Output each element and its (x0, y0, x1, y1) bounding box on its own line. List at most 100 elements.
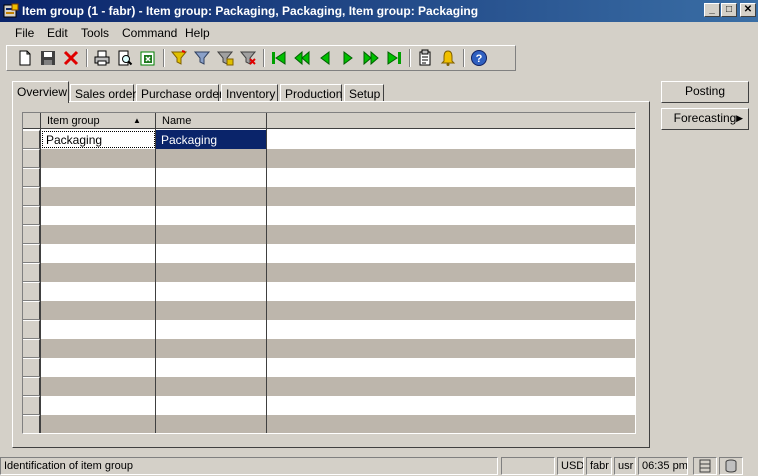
posting-button[interactable]: Posting (661, 81, 749, 103)
cell-item-group[interactable] (41, 415, 156, 433)
row-selector[interactable] (23, 206, 40, 225)
filter-by-grid-icon[interactable] (193, 49, 211, 67)
print-icon[interactable] (93, 49, 111, 67)
cell-item-group[interactable] (41, 301, 156, 320)
table-row[interactable] (23, 187, 635, 206)
previous-record-icon[interactable] (316, 49, 334, 67)
cell-name[interactable] (156, 149, 267, 168)
cell-item-group[interactable] (41, 339, 156, 358)
advanced-filter-icon[interactable] (216, 49, 234, 67)
table-row[interactable] (23, 282, 635, 301)
export-excel-icon[interactable] (139, 49, 157, 67)
delete-icon[interactable] (62, 49, 80, 67)
row-selector[interactable] (23, 130, 40, 149)
cell-name[interactable] (156, 339, 267, 358)
cell-name[interactable] (156, 396, 267, 415)
cell-item-group[interactable] (41, 206, 156, 225)
row-selector[interactable] (23, 320, 40, 339)
table-row[interactable] (23, 377, 635, 396)
cell-name[interactable] (156, 377, 267, 396)
cell-item-group[interactable] (41, 396, 156, 415)
cell-item-group[interactable]: Packaging (41, 130, 156, 149)
maximize-button[interactable]: □ (721, 3, 737, 17)
row-selector[interactable] (23, 415, 40, 433)
cell-item-group[interactable] (41, 377, 156, 396)
cell-name[interactable] (156, 225, 267, 244)
item-group-grid[interactable]: Item group ▲ Name Packaging Packaging (22, 112, 636, 434)
tab-overview[interactable]: Overview (12, 81, 69, 103)
table-row[interactable] (23, 168, 635, 187)
cell-name[interactable] (156, 282, 267, 301)
cell-item-group[interactable] (41, 358, 156, 377)
print-preview-icon[interactable] (116, 49, 134, 67)
status-company[interactable]: fabr (586, 457, 612, 475)
cell-item-group[interactable] (41, 168, 156, 187)
last-record-icon[interactable] (385, 49, 403, 67)
row-selector[interactable] (23, 377, 40, 396)
row-selector[interactable] (23, 282, 40, 301)
table-row[interactable] (23, 149, 635, 168)
cell-name[interactable] (156, 187, 267, 206)
table-row[interactable] (23, 415, 635, 433)
tab-sales-order[interactable]: Sales order (70, 84, 136, 102)
cell-item-group[interactable] (41, 320, 156, 339)
menu-file[interactable]: File (15, 26, 34, 40)
row-selector[interactable] (23, 187, 40, 206)
row-selector[interactable] (23, 168, 40, 187)
cell-item-group[interactable] (41, 225, 156, 244)
cell-item-group[interactable] (41, 244, 156, 263)
cell-item-group[interactable] (41, 149, 156, 168)
row-selector[interactable] (23, 149, 40, 168)
new-icon[interactable] (16, 49, 34, 67)
cell-name[interactable] (156, 206, 267, 225)
cell-name[interactable]: Packaging (156, 130, 267, 149)
menu-edit[interactable]: Edit (47, 26, 68, 40)
cell-name[interactable] (156, 263, 267, 282)
menu-tools[interactable]: Tools (81, 26, 109, 40)
row-selector[interactable] (23, 339, 40, 358)
cell-item-group[interactable] (41, 263, 156, 282)
status-currency[interactable]: USD (557, 457, 584, 475)
minimize-button[interactable]: _ (704, 3, 720, 17)
previous-page-icon[interactable] (293, 49, 311, 67)
table-row[interactable] (23, 339, 635, 358)
filter-by-selection-icon[interactable] (170, 49, 188, 67)
row-selector[interactable] (23, 263, 40, 282)
table-row[interactable] (23, 206, 635, 225)
tab-setup[interactable]: Setup (344, 84, 384, 102)
cell-name[interactable] (156, 168, 267, 187)
row-selector[interactable] (23, 358, 40, 377)
help-icon[interactable]: ? (470, 49, 488, 67)
cell-name[interactable] (156, 358, 267, 377)
alert-icon[interactable] (439, 49, 457, 67)
table-row[interactable] (23, 358, 635, 377)
table-row[interactable]: Packaging Packaging (23, 130, 635, 149)
next-page-icon[interactable] (362, 49, 380, 67)
remove-filter-icon[interactable] (239, 49, 257, 67)
menu-help[interactable]: Help (185, 26, 210, 40)
next-record-icon[interactable] (339, 49, 357, 67)
row-selector[interactable] (23, 244, 40, 263)
cell-name[interactable] (156, 301, 267, 320)
cell-item-group[interactable] (41, 187, 156, 206)
close-button[interactable]: ✕ (740, 3, 756, 17)
first-record-icon[interactable] (270, 49, 288, 67)
cell-name[interactable] (156, 320, 267, 339)
table-row[interactable] (23, 263, 635, 282)
document-handling-icon[interactable] (416, 49, 434, 67)
forecasting-button[interactable]: Forecasting ▶ (661, 108, 749, 130)
table-row[interactable] (23, 244, 635, 263)
tab-purchase-order[interactable]: Purchase order (136, 84, 223, 102)
online-users-icon[interactable] (719, 457, 743, 475)
table-row[interactable] (23, 225, 635, 244)
menu-command[interactable]: Command (122, 26, 177, 40)
cell-name[interactable] (156, 415, 267, 433)
row-selector[interactable] (23, 225, 40, 244)
row-selector[interactable] (23, 396, 40, 415)
table-row[interactable] (23, 320, 635, 339)
row-selector[interactable] (23, 301, 40, 320)
table-row[interactable] (23, 301, 635, 320)
tab-production[interactable]: Production (280, 84, 342, 102)
save-icon[interactable] (39, 49, 57, 67)
cell-item-group[interactable] (41, 282, 156, 301)
